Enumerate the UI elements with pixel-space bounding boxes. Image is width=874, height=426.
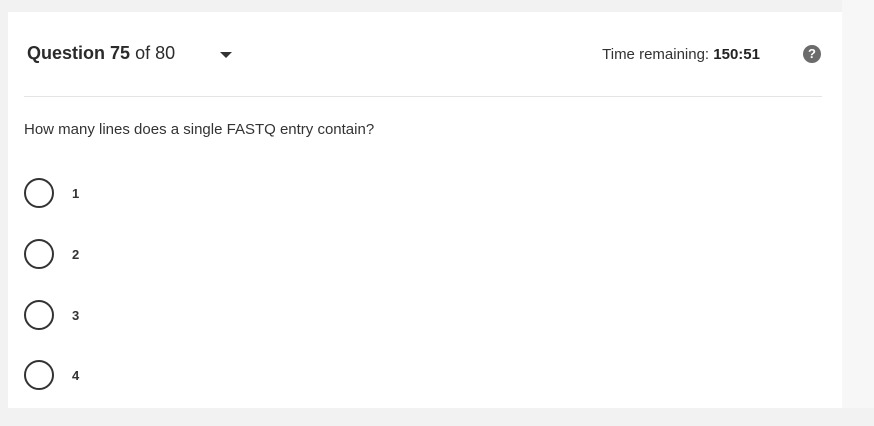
answer-label: 3 — [72, 308, 80, 323]
question-total: of 80 — [135, 43, 176, 63]
timer-label: Time remaining: — [602, 46, 710, 63]
time-remaining: Time remaining: 150:51 — [602, 46, 760, 63]
answer-option-2[interactable]: 2 — [24, 239, 324, 275]
page-bottom-gutter — [0, 408, 874, 426]
question-header: Question 75 of 80 Time remaining: 150:51… — [8, 12, 842, 96]
radio-button[interactable] — [24, 300, 54, 330]
question-number: 75 — [110, 43, 131, 63]
caret-down-icon — [220, 52, 232, 58]
page-right-gutter — [842, 0, 874, 426]
question-word: Question — [27, 43, 106, 63]
answer-label: 1 — [72, 186, 80, 201]
answer-label: 2 — [72, 247, 80, 262]
radio-button[interactable] — [24, 178, 54, 208]
answer-label: 4 — [72, 368, 80, 383]
question-text: How many lines does a single FASTQ entry… — [24, 121, 375, 138]
radio-button[interactable] — [24, 360, 54, 390]
header-divider — [24, 96, 822, 97]
question-nav-dropdown[interactable] — [216, 46, 238, 64]
radio-button[interactable] — [24, 239, 54, 269]
answer-option-4[interactable]: 4 — [24, 360, 324, 396]
answer-option-3[interactable]: 3 — [24, 300, 324, 336]
timer-value: 150:51 — [713, 46, 760, 63]
question-counter: Question 75 of 80 — [27, 43, 175, 64]
help-circle-icon[interactable]: ? — [803, 45, 821, 63]
question-card: Question 75 of 80 Time remaining: 150:51… — [8, 12, 842, 408]
answer-option-1[interactable]: 1 — [24, 178, 324, 214]
